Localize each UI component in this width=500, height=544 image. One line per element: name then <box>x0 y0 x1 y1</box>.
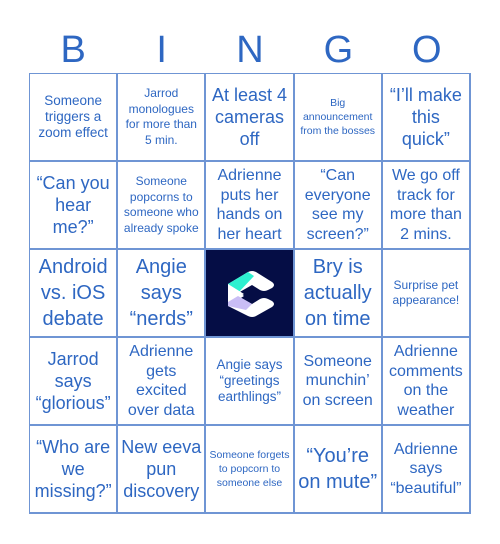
cell-text: Angie says “greetings earthlings” <box>216 357 283 404</box>
cell-text: Jarrod monologues for more than 5 min. <box>125 86 197 147</box>
cell-text: Adrienne gets excited over data <box>127 343 195 419</box>
cell-text: Someone munchin’ on screen <box>302 352 373 409</box>
bingo-cell[interactable]: Jarrod says “glorious” <box>30 338 119 426</box>
bingo-cell[interactable]: Someone popcorns to someone who already … <box>118 162 207 250</box>
cell-text: Someone popcorns to someone who already … <box>123 174 199 235</box>
cell-text: Adrienne says “beautiful” <box>390 440 462 497</box>
free-space-cell[interactable] <box>206 250 295 338</box>
bingo-cell[interactable]: Bry is actually on time <box>294 250 383 338</box>
header-letter-g: G <box>323 29 354 71</box>
bingo-cell[interactable]: Someone munchin’ on screen <box>294 338 383 426</box>
cell-text: New eeva pun discovery <box>121 437 202 501</box>
cell-text: Android vs. iOS debate <box>38 256 108 330</box>
cell-text: Bry is actually on time <box>303 256 372 330</box>
bingo-cell[interactable]: Surprise pet appearance! <box>382 250 471 338</box>
bingo-header: B I N G O <box>29 28 471 73</box>
bingo-cell[interactable]: Big announcement from the bosses <box>294 74 383 162</box>
header-letter-o: O <box>412 29 442 71</box>
bingo-cell[interactable]: Someone forgets to popcorn to someone el… <box>206 426 295 514</box>
bingo-cell[interactable]: “You’re on mute” <box>294 426 383 514</box>
header-letter-b: B <box>60 29 86 71</box>
cell-text: Angie says “nerds” <box>129 256 193 330</box>
cell-text: At least 4 cameras off <box>211 85 288 149</box>
header-letter-n: N <box>236 29 264 71</box>
bingo-cell[interactable]: At least 4 cameras off <box>206 74 295 162</box>
cell-text: Someone triggers a zoom effect <box>38 93 108 140</box>
bingo-cell[interactable]: “Can you hear me?” <box>30 162 119 250</box>
cell-text: “Who are we missing?” <box>34 437 112 501</box>
cell-text: Adrienne comments on the weather <box>388 343 463 419</box>
bingo-cell[interactable]: Adrienne comments on the weather <box>382 338 471 426</box>
cell-text: “Can you hear me?” <box>36 173 110 237</box>
header-letter-i: I <box>156 29 167 71</box>
bingo-grid: Someone triggers a zoom effect Jarrod mo… <box>29 73 471 514</box>
bingo-cell[interactable]: Angie says “nerds” <box>118 250 207 338</box>
cell-text: Big announcement from the bosses <box>300 97 376 137</box>
bingo-cell[interactable]: “Who are we missing?” <box>30 426 119 514</box>
bingo-cell[interactable]: Angie says “greetings earthlings” <box>206 338 295 426</box>
bingo-cell[interactable]: Adrienne says “beautiful” <box>382 426 471 514</box>
bingo-cell[interactable]: Adrienne puts her hands on her heart <box>206 162 295 250</box>
bingo-cell[interactable]: Jarrod monologues for more than 5 min. <box>118 74 207 162</box>
bingo-cell[interactable]: “Can everyone see my screen?” <box>294 162 383 250</box>
cell-text: “Can everyone see my screen?” <box>304 167 371 243</box>
bingo-cell[interactable]: Android vs. iOS debate <box>30 250 119 338</box>
cell-text: “I’ll make this quick” <box>389 85 462 149</box>
cell-text: We go off track for more than 2 mins. <box>389 167 462 243</box>
bingo-cell[interactable]: “I’ll make this quick” <box>382 74 471 162</box>
cell-text: Jarrod says “glorious” <box>35 349 111 413</box>
bingo-cell[interactable]: New eeva pun discovery <box>118 426 207 514</box>
cell-text: Someone forgets to popcorn to someone el… <box>209 449 290 489</box>
bingo-cell[interactable]: Someone triggers a zoom effect <box>30 74 119 162</box>
cell-text: Adrienne puts her hands on her heart <box>216 167 283 243</box>
cell-text: “You’re on mute” <box>298 445 378 493</box>
cell-text: Surprise pet appearance! <box>392 277 460 308</box>
eeva-logo-icon <box>228 271 275 317</box>
bingo-cell[interactable]: Adrienne gets excited over data <box>118 338 207 426</box>
bingo-cell[interactable]: We go off track for more than 2 mins. <box>382 162 471 250</box>
